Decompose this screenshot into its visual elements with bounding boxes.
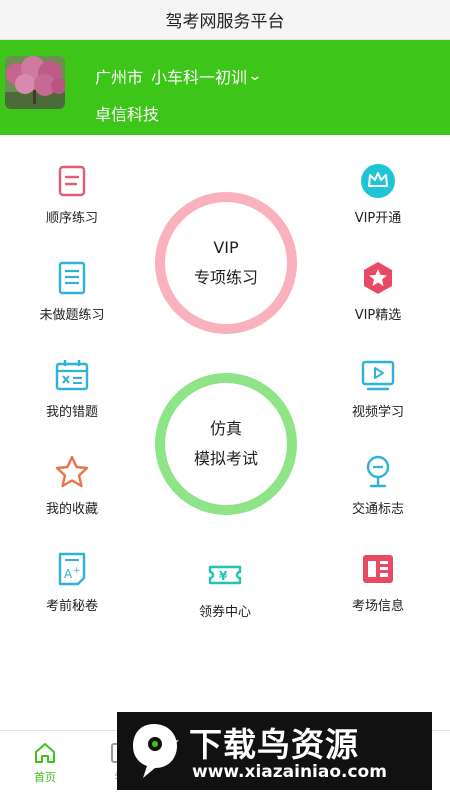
menu-item-sequential-practice[interactable]: 顺序练习: [17, 163, 127, 226]
mock-circle-line2: 模拟考试: [193, 449, 258, 468]
menu-item-label: 顺序练习: [45, 211, 98, 226]
menu-item-label: 考前秘卷: [45, 599, 98, 614]
menu-item-label: 考场信息: [351, 599, 404, 614]
bird-logo-icon: [133, 724, 179, 778]
ad-title: 下载鸟资源: [189, 725, 359, 764]
mock-circle-line1: 仿真: [209, 419, 242, 438]
svg-text:+: +: [73, 566, 81, 576]
menu-item-label: VIP精选: [354, 308, 402, 323]
list-icon: [58, 165, 86, 197]
mock-exam-button[interactable]: 仿真 模拟考试: [155, 373, 297, 515]
menu-item-unanswered-practice[interactable]: 未做题练习: [17, 260, 127, 323]
menu-item-exam-secret-paper[interactable]: A + 考前秘卷: [17, 551, 127, 614]
menu-item-video-learning[interactable]: 视频学习: [323, 357, 433, 420]
menu-item-coupon-center[interactable]: ¥ 领券中心: [170, 557, 280, 620]
ad-url: www.xiazainiao.com: [192, 762, 387, 782]
watermark-ad-banner: 下载鸟资源 www.xiazainiao.com: [117, 712, 432, 790]
menu-item-label: 领券中心: [198, 605, 251, 620]
star-icon: [55, 455, 89, 488]
chevron-down-icon: ⌄: [247, 68, 263, 84]
header-bar: 广州市 小车科一初训 ⌄ 卓信科技: [0, 40, 450, 135]
menu-item-exam-venue-info[interactable]: 考场信息: [323, 551, 433, 614]
menu-item-label: 交通标志: [351, 502, 404, 517]
crown-icon: [361, 164, 395, 198]
course-label: 小车科一初训: [151, 68, 248, 87]
vip-circle-line2: 专项练习: [193, 268, 258, 287]
vip-special-practice-button[interactable]: VIP 专项练习: [155, 192, 297, 334]
home-icon: [35, 743, 55, 763]
exam-paper-icon: A +: [58, 552, 86, 586]
newspaper-icon: [363, 555, 393, 583]
menu-item-vip-selected[interactable]: VIP精选: [323, 260, 433, 323]
menu-item-vip-open[interactable]: VIP开通: [323, 163, 433, 226]
svg-text:A: A: [64, 567, 73, 581]
menu-item-label: 我的错题: [45, 405, 98, 420]
city-label: 广州市: [95, 68, 144, 87]
menu-item-favorites[interactable]: 我的收藏: [17, 454, 127, 517]
menu-item-wrong-questions[interactable]: 我的错题: [17, 357, 127, 420]
company-name: 卓信科技: [95, 105, 160, 124]
tab-home-label: 首页: [34, 771, 56, 784]
menu-item-label: 我的收藏: [45, 502, 98, 517]
school-avatar[interactable]: [5, 56, 65, 109]
video-icon: [361, 360, 395, 391]
menu-item-label: VIP开通: [354, 211, 402, 226]
traffic-sign-icon: [366, 455, 390, 488]
vip-circle-line1: VIP: [213, 238, 239, 257]
menu-item-label: 视频学习: [351, 405, 404, 420]
page-title: 驾考网服务平台: [0, 0, 450, 40]
tab-home[interactable]: 首页: [15, 741, 75, 785]
document-icon: [58, 261, 86, 295]
location-selector[interactable]: 广州市 小车科一初训 ⌄: [95, 64, 263, 88]
menu-item-label: 未做题练习: [39, 308, 105, 323]
svg-text:¥: ¥: [219, 569, 228, 583]
coupon-icon: ¥: [208, 565, 242, 585]
calendar-x-icon: [55, 360, 89, 391]
star-badge-icon: [364, 262, 392, 294]
menu-item-traffic-signs[interactable]: 交通标志: [323, 454, 433, 517]
